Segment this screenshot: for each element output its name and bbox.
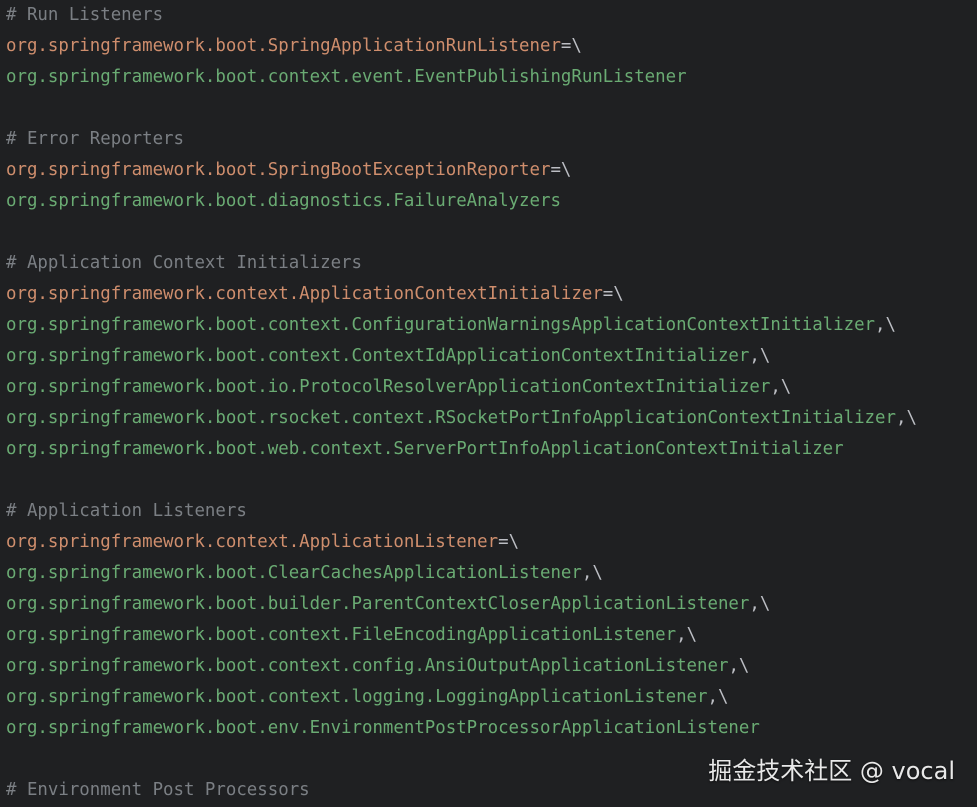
comment-text: # Application Context Initializers — [6, 253, 362, 273]
property-value: org.springframework.boot.web.context.Ser… — [6, 439, 844, 459]
watermark: 掘金技术社区 @ vocal — [708, 757, 955, 785]
comment-text: # Error Reporters — [6, 129, 184, 149]
line-continuation: ,\ — [770, 377, 792, 397]
line-continuation: ,\ — [728, 656, 750, 676]
line-continuation: =\ — [498, 532, 520, 552]
code-line[interactable] — [6, 93, 977, 124]
code-line[interactable]: org.springframework.boot.SpringBootExcep… — [6, 155, 977, 186]
code-line[interactable]: org.springframework.boot.context.config.… — [6, 651, 977, 682]
line-continuation: =\ — [560, 36, 582, 56]
property-key: org.springframework.context.ApplicationC… — [6, 284, 603, 304]
line-continuation: ,\ — [749, 594, 771, 614]
code-line[interactable]: org.springframework.boot.web.context.Ser… — [6, 434, 977, 465]
line-continuation: ,\ — [875, 315, 896, 335]
property-key: org.springframework.boot.SpringBootExcep… — [6, 160, 551, 180]
property-key: org.springframework.boot.SpringApplicati… — [6, 36, 561, 56]
code-line[interactable]: org.springframework.boot.builder.ParentC… — [6, 589, 977, 620]
line-continuation: ,\ — [581, 563, 603, 583]
comment-text: # Run Listeners — [6, 5, 164, 25]
property-value: org.springframework.boot.context.event.E… — [6, 67, 687, 87]
code-line[interactable]: org.springframework.boot.ClearCachesAppl… — [6, 558, 977, 589]
code-line[interactable]: org.springframework.boot.context.FileEnc… — [6, 620, 977, 651]
property-value: org.springframework.boot.context.Context… — [6, 346, 750, 366]
code-line[interactable]: # Error Reporters — [6, 124, 977, 155]
code-line[interactable]: org.springframework.boot.context.Configu… — [6, 310, 977, 341]
property-value: org.springframework.boot.context.config.… — [6, 656, 729, 676]
property-value: org.springframework.boot.rsocket.context… — [6, 408, 896, 428]
code-line[interactable]: org.springframework.boot.context.Context… — [6, 341, 977, 372]
line-continuation: ,\ — [895, 408, 917, 428]
property-value: org.springframework.boot.ClearCachesAppl… — [6, 563, 582, 583]
code-line[interactable] — [6, 217, 977, 248]
code-line[interactable]: # Run Listeners — [6, 0, 977, 31]
comment-text: # Environment Post Processors — [6, 780, 310, 800]
line-continuation: =\ — [602, 284, 624, 304]
comment-text: # Application Listeners — [6, 501, 247, 521]
code-line[interactable] — [6, 465, 977, 496]
code-line[interactable]: org.springframework.boot.rsocket.context… — [6, 403, 977, 434]
property-value: org.springframework.boot.io.ProtocolReso… — [6, 377, 771, 397]
line-continuation: ,\ — [707, 687, 729, 707]
line-continuation: =\ — [550, 160, 572, 180]
property-key: org.springframework.context.ApplicationL… — [6, 532, 499, 552]
property-value: org.springframework.boot.builder.ParentC… — [6, 594, 750, 614]
property-value: org.springframework.boot.diagnostics.Fai… — [6, 191, 561, 211]
code-editor[interactable]: # Run Listeners org.springframework.boot.… — [0, 0, 977, 807]
code-line[interactable]: org.springframework.context.ApplicationC… — [6, 279, 977, 310]
property-value: org.springframework.boot.env.Environment… — [6, 718, 760, 738]
line-continuation: ,\ — [676, 625, 698, 645]
code-line[interactable]: org.springframework.boot.SpringApplicati… — [6, 31, 977, 62]
code-lines: # Run Listeners org.springframework.boot.… — [6, 0, 977, 806]
code-line[interactable]: org.springframework.boot.io.ProtocolReso… — [6, 372, 977, 403]
code-line[interactable]: org.springframework.boot.env.Environment… — [6, 713, 977, 744]
property-value: org.springframework.boot.context.logging… — [6, 687, 708, 707]
code-line[interactable]: org.springframework.boot.context.event.E… — [6, 62, 977, 93]
code-line[interactable]: # Application Listeners — [6, 496, 977, 527]
code-line[interactable]: # Application Context Initializers — [6, 248, 977, 279]
property-value: org.springframework.boot.context.Configu… — [6, 315, 876, 335]
code-line[interactable]: org.springframework.boot.context.logging… — [6, 682, 977, 713]
code-line[interactable]: org.springframework.boot.diagnostics.Fai… — [6, 186, 977, 217]
property-value: org.springframework.boot.context.FileEnc… — [6, 625, 677, 645]
code-line[interactable]: org.springframework.context.ApplicationL… — [6, 527, 977, 558]
line-continuation: ,\ — [749, 346, 771, 366]
